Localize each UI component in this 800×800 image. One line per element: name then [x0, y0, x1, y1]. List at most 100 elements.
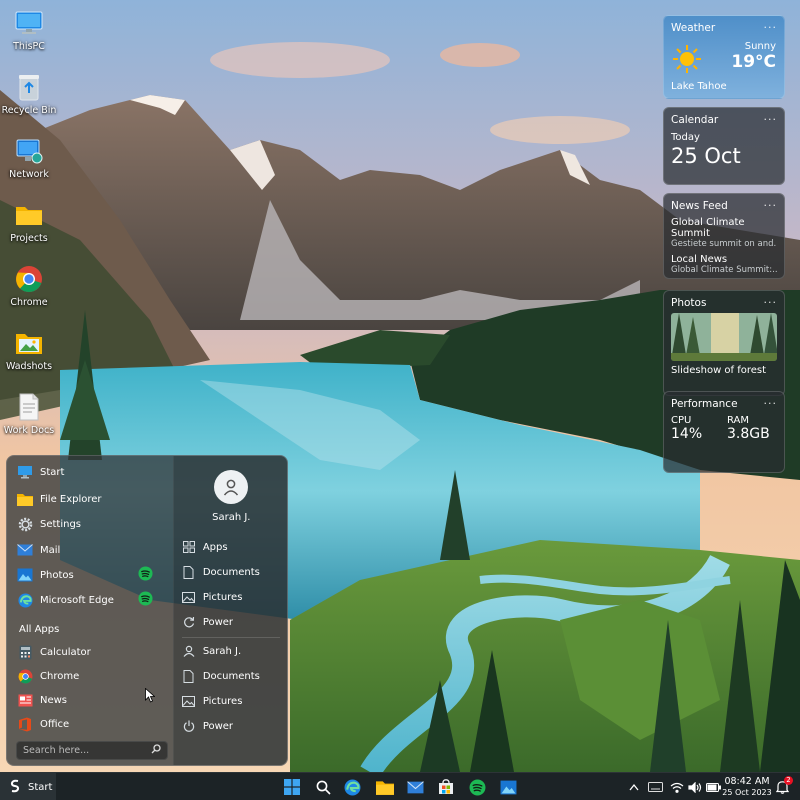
calculator-icon [17, 644, 33, 660]
show-hidden-icons-icon[interactable] [629, 773, 639, 800]
more-options-icon[interactable]: ··· [764, 199, 778, 212]
sun-icon [672, 44, 702, 77]
start-link-power[interactable]: Power [182, 612, 282, 632]
store-icon[interactable] [436, 777, 456, 797]
search-icon[interactable] [313, 777, 333, 797]
desktop-icon-wadshots[interactable]: Wadshots [0, 324, 58, 382]
desktop-icon-work-docs[interactable]: Work Docs [0, 388, 58, 446]
wifi-icon[interactable] [670, 773, 684, 800]
more-options-icon[interactable]: ··· [764, 21, 778, 34]
start-link-pictures[interactable]: Pictures [182, 587, 282, 607]
news-snippet: Gestiete summit on and... [671, 239, 777, 249]
user-icon [223, 479, 238, 496]
cpu-value: 14% [671, 426, 703, 442]
news-widget[interactable]: News Feed ··· Global Climate Summit Gest… [663, 193, 785, 279]
windows-icon[interactable] [282, 777, 302, 797]
start-link-label: Power [202, 720, 234, 732]
more-options-icon[interactable]: ··· [764, 296, 778, 309]
forest-photo-thumbnail[interactable] [671, 313, 777, 361]
start-item-label: News [40, 694, 68, 706]
start-menu-title: Start [40, 466, 65, 478]
start-link-power-2[interactable]: Power [182, 716, 282, 736]
document-icon [182, 669, 196, 683]
start-item-label: Calculator [40, 646, 91, 658]
desktop-icon-chrome[interactable]: Chrome [0, 260, 58, 318]
start-item-chrome[interactable]: Chrome [17, 666, 167, 686]
keyboard-icon[interactable] [648, 773, 663, 800]
mouse-cursor [145, 687, 156, 706]
start-item-settings[interactable]: Settings [17, 514, 167, 534]
photos-widget[interactable]: Photos ··· Slideshow of forest [663, 290, 785, 396]
power-icon [182, 719, 196, 733]
desktop-icon-recycle-bin[interactable]: Recycle Bin [0, 68, 58, 126]
calendar-label: Today [671, 132, 700, 143]
picture-icon [182, 694, 196, 708]
monitor-icon [17, 464, 33, 480]
taskbar-clock[interactable]: 08:42 AM 25 Oct 2023 [722, 776, 772, 798]
start-link-documents-2[interactable]: Documents [182, 666, 282, 686]
start-item-label: Photos [40, 569, 74, 581]
news-headline: Local News [671, 254, 728, 265]
weather-widget[interactable]: Weather ··· Sunny 19°C Lake Tahoe [663, 15, 785, 99]
cpu-label: CPU [671, 415, 692, 426]
taskbar-start-button[interactable]: Start [0, 773, 56, 800]
start-item-calculator[interactable]: Calculator [17, 642, 167, 662]
desktop-icon-label: Recycle Bin [1, 105, 57, 116]
more-options-icon[interactable]: ··· [764, 113, 778, 126]
news-headline: Global Climate Summit [671, 217, 745, 239]
desktop-icon-this-pc[interactable]: ThisPC [0, 4, 58, 62]
calendar-date: 25 Oct [671, 144, 741, 168]
notification-bell-icon[interactable]: 2 [775, 776, 793, 797]
start-menu: Start File Explorer Settings Mail Photos… [6, 455, 288, 766]
desktop-icon-label: Work Docs [3, 425, 55, 436]
ram-value: 3.8GB [727, 426, 770, 442]
photos-icon [17, 567, 33, 583]
volume-icon[interactable] [688, 773, 702, 800]
start-menu-user-pane: Sarah J. Apps Documents Pictures Power S… [172, 456, 287, 765]
desktop-icon-label: Chrome [10, 297, 48, 308]
start-link-user[interactable]: Sarah J. [182, 641, 282, 661]
spotify-icon[interactable] [467, 777, 487, 797]
avatar[interactable] [213, 470, 248, 504]
start-item-label: Microsoft Edge [40, 594, 114, 606]
mail-icon[interactable] [405, 777, 425, 797]
document-icon [14, 392, 44, 422]
folder-icon [17, 491, 33, 507]
battery-icon[interactable] [706, 773, 721, 800]
desktop-icon-label: ThisPC [13, 41, 45, 52]
news-item[interactable]: Local News Global Climate Summit:... [671, 254, 777, 275]
start-search-box[interactable] [16, 741, 168, 760]
chrome-icon [14, 264, 44, 294]
all-apps-title: All Apps [19, 624, 60, 635]
network-icon [14, 136, 44, 166]
start-item-photos[interactable]: Photos [17, 565, 167, 585]
news-icon [17, 692, 33, 708]
start-item-microsoft-edge[interactable]: Microsoft Edge [17, 590, 167, 610]
search-icon[interactable] [151, 744, 161, 757]
widget-title: Photos [671, 296, 707, 309]
taskbar: Start 08:42 AM 25 Oct 2023 2 [0, 772, 800, 800]
start-search-input[interactable] [23, 745, 143, 756]
start-link-documents[interactable]: Documents [182, 562, 282, 582]
start-menu-header: Start [17, 462, 167, 482]
start-item-file-explorer[interactable]: File Explorer [17, 489, 167, 509]
desktop-icon-projects[interactable]: Projects [0, 196, 58, 254]
start-item-mail[interactable]: Mail [17, 540, 167, 560]
edge-icon[interactable] [342, 777, 362, 797]
news-item[interactable]: Global Climate Summit Gestiete summit on… [671, 217, 777, 249]
start-item-office[interactable]: Office [17, 714, 167, 734]
edge-icon [17, 592, 33, 608]
photos-icon[interactable] [498, 777, 518, 797]
clock-date: 25 Oct 2023 [722, 788, 772, 797]
file-explorer-icon[interactable] [375, 777, 395, 797]
performance-widget[interactable]: Performance ··· CPU 14% RAM 3.8GB [663, 391, 785, 473]
desktop-icon-network[interactable]: Network [0, 132, 58, 190]
calendar-widget[interactable]: Calendar ··· Today 25 Oct [663, 107, 785, 185]
photos-caption: Slideshow of forest [671, 365, 767, 376]
picture-icon [182, 590, 196, 604]
folder-image-icon [14, 328, 44, 358]
more-options-icon[interactable]: ··· [764, 397, 778, 410]
start-link-label: Sarah J. [202, 645, 242, 657]
start-link-pictures-2[interactable]: Pictures [182, 691, 282, 711]
start-link-apps[interactable]: Apps [182, 537, 282, 557]
